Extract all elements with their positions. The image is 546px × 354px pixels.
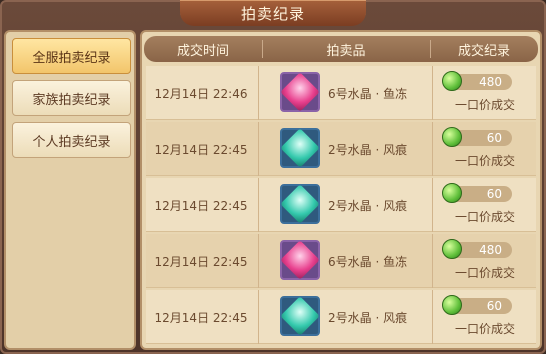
deal-type: 一口价成交 [454, 210, 515, 224]
jade-coin-icon [442, 71, 462, 91]
jade-coin-icon [442, 127, 462, 147]
jade-coin-icon [442, 239, 462, 259]
jade-coin-icon [442, 295, 462, 315]
blue-crystal-icon[interactable] [280, 184, 320, 224]
tab-personal-auction-records[interactable]: 个人拍卖纪录 [12, 122, 131, 158]
deal-type: 一口价成交 [454, 322, 515, 336]
deal-time: 12月14日 22:45 [154, 142, 248, 157]
deal-type: 一口价成交 [454, 98, 515, 112]
cell-divider [432, 66, 433, 120]
item-name: 2号水晶 · 风痕 [328, 310, 408, 325]
table-row[interactable]: 12月14日 22:45 6号水晶 · 鱼冻 480 一口价成交 [146, 234, 536, 288]
cell-divider [432, 234, 433, 288]
header-deal-record: 成交纪录 [457, 43, 510, 59]
table-row[interactable]: 12月14日 22:46 6号水晶 · 鱼冻 480 一口价成交 [146, 66, 536, 120]
cell-divider [258, 66, 259, 120]
blue-crystal-icon[interactable] [280, 128, 320, 168]
cell-divider [258, 290, 259, 344]
pink-crystal-icon[interactable] [280, 72, 320, 112]
item-name: 2号水晶 · 风痕 [328, 142, 408, 157]
cell-divider [258, 234, 259, 288]
deal-time: 12月14日 22:45 [154, 310, 248, 325]
jade-coin-icon [442, 183, 462, 203]
records-table: 成交时间 拍卖品 成交纪录 12月14日 22:46 6号水晶 · 鱼冻 480… [140, 30, 542, 350]
deal-time: 12月14日 22:46 [154, 86, 248, 101]
cell-divider [432, 290, 433, 344]
tab-family-auction-records[interactable]: 家族拍卖纪录 [12, 80, 131, 116]
item-name: 2号水晶 · 风痕 [328, 198, 408, 213]
deal-type: 一口价成交 [454, 154, 515, 168]
item-name: 6号水晶 · 鱼冻 [328, 86, 408, 101]
window-title: 拍卖纪录 [180, 0, 366, 26]
cell-divider [432, 122, 433, 176]
cell-divider [432, 178, 433, 232]
header-auction-item: 拍卖品 [326, 43, 366, 59]
tab-server-auction-records[interactable]: 全服拍卖纪录 [12, 38, 131, 74]
table-row[interactable]: 12月14日 22:45 2号水晶 · 风痕 60 一口价成交 [146, 178, 536, 232]
cell-divider [258, 122, 259, 176]
deal-time: 12月14日 22:45 [154, 198, 248, 213]
header-deal-time: 成交时间 [176, 43, 229, 59]
deal-type: 一口价成交 [454, 266, 515, 280]
pink-crystal-icon[interactable] [280, 240, 320, 280]
blue-crystal-icon[interactable] [280, 296, 320, 336]
table-row[interactable]: 12月14日 22:45 2号水晶 · 风痕 60 一口价成交 [146, 122, 536, 176]
deal-time: 12月14日 22:45 [154, 254, 248, 269]
sidebar: 全服拍卖纪录 家族拍卖纪录 个人拍卖纪录 [4, 30, 136, 350]
cell-divider [258, 178, 259, 232]
item-name: 6号水晶 · 鱼冻 [328, 254, 408, 269]
table-row[interactable]: 12月14日 22:45 2号水晶 · 风痕 60 一口价成交 [146, 290, 536, 344]
table-header: 成交时间 拍卖品 成交纪录 [144, 36, 538, 62]
